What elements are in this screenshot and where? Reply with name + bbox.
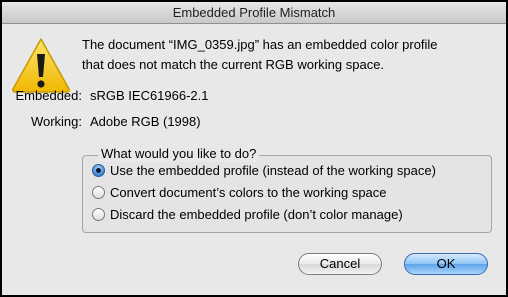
working-profile-row: Working: Adobe RGB (1998) — [10, 113, 201, 131]
radio-unselected-icon[interactable] — [92, 186, 105, 199]
dialog-window: Embedded Profile Mismatch The document “… — [2, 2, 506, 295]
embedded-value: sRGB IEC61966-2.1 — [90, 88, 209, 103]
embedded-profile-row: Embedded: sRGB IEC61966-2.1 — [10, 87, 209, 105]
embedded-label: Embedded: — [15, 88, 83, 103]
dialog-title: Embedded Profile Mismatch — [2, 2, 506, 24]
option-convert-label: Convert document’s colors to the working… — [110, 185, 387, 200]
message-line-1: The document “IMG_0359.jpg” has an embed… — [82, 37, 438, 52]
option-use-embedded[interactable]: Use the embedded profile (instead of the… — [92, 162, 436, 180]
message-line-2: that does not match the current RGB work… — [82, 57, 385, 72]
radio-unselected-icon[interactable] — [92, 208, 105, 221]
working-label: Working: — [30, 114, 82, 129]
option-discard[interactable]: Discard the embedded profile (don’t colo… — [92, 206, 403, 224]
cancel-button[interactable]: Cancel — [298, 253, 382, 275]
option-convert[interactable]: Convert document’s colors to the working… — [92, 184, 387, 202]
option-use-embedded-label: Use the embedded profile (instead of the… — [110, 163, 436, 178]
options-group-title: What would you like to do? — [98, 146, 260, 162]
mismatch-message: The document “IMG_0359.jpg” has an embed… — [82, 35, 482, 75]
ok-button[interactable]: OK — [404, 253, 488, 275]
option-discard-label: Discard the embedded profile (don’t colo… — [110, 207, 403, 222]
radio-selected-icon[interactable] — [92, 164, 105, 177]
working-value: Adobe RGB (1998) — [90, 114, 201, 129]
warning-icon — [10, 36, 72, 94]
